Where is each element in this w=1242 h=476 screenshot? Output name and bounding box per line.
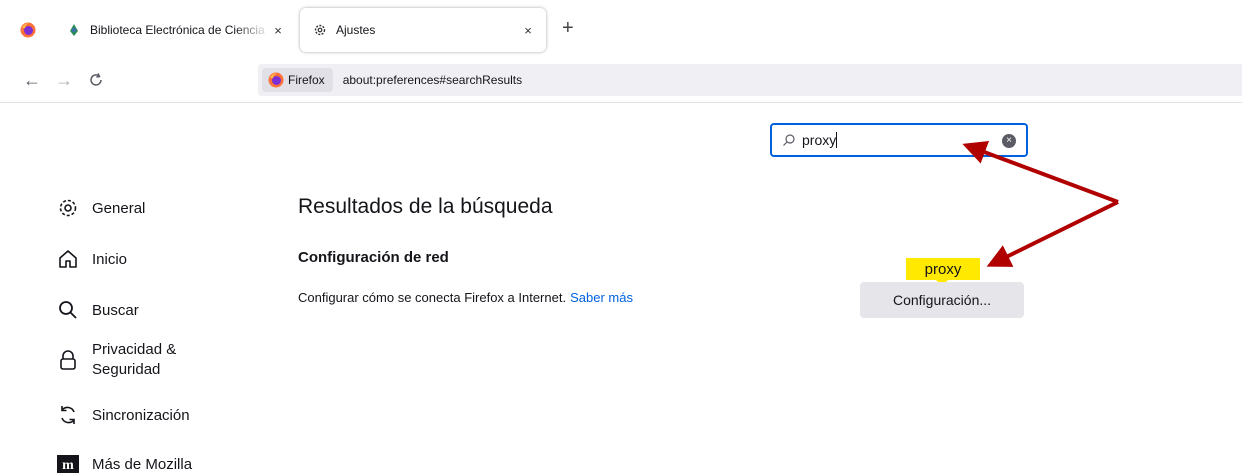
sidebar-item-label: Sincronización: [92, 406, 190, 424]
close-icon[interactable]: ×: [270, 22, 286, 38]
text-caret: [836, 132, 838, 148]
sidebar-item-mozilla[interactable]: m Más de Mozilla: [56, 452, 192, 476]
new-tab-button[interactable]: +: [562, 18, 574, 38]
sidebar-item-label: Buscar: [92, 301, 139, 319]
search-icon: [783, 134, 795, 146]
sidebar-item-label: Más de Mozilla: [92, 455, 193, 473]
network-description: Configurar cómo se conecta Firefox a Int…: [298, 290, 633, 305]
url-bar[interactable]: Firefox about:preferences#searchResults: [258, 64, 1242, 96]
navigation-bar: ← → Firefox about:preferences#searchResu…: [0, 58, 1242, 103]
mozilla-icon: m: [56, 452, 80, 476]
sidebar-item-label: Privacidad & Seguridad: [92, 340, 176, 380]
firefox-logo-icon: [268, 72, 284, 88]
reload-button[interactable]: [84, 68, 108, 92]
firefox-menu-icon[interactable]: [20, 22, 36, 38]
identity-box[interactable]: Firefox: [262, 68, 333, 92]
url-text[interactable]: about:preferences#searchResults: [343, 73, 522, 87]
clear-icon[interactable]: ×: [1002, 134, 1016, 148]
close-icon[interactable]: ×: [520, 22, 536, 38]
sidebar-item-general[interactable]: General: [56, 196, 145, 220]
sidebar-item-inicio[interactable]: Inicio: [56, 247, 127, 271]
tab-label: Ajustes: [336, 23, 376, 37]
sync-icon: [56, 403, 80, 427]
tab-bar: Biblioteca Electrónica de Ciencia × Ajus…: [0, 0, 1242, 58]
sidebar-item-label: General: [92, 199, 146, 217]
back-button[interactable]: ←: [20, 68, 44, 92]
home-icon: [56, 247, 80, 271]
search-icon: [56, 298, 80, 322]
identity-label: Firefox: [288, 73, 325, 87]
globe-icon: [66, 22, 82, 38]
sidebar-item-label: Inicio: [92, 250, 128, 268]
sidebar-item-label-line2: Seguridad: [92, 361, 161, 378]
reload-icon: [90, 73, 102, 86]
sidebar-item-sincronizacion[interactable]: Sincronización: [56, 403, 190, 427]
gear-icon: [312, 22, 328, 38]
annotation-arrow-highlight: [986, 200, 1119, 267]
learn-more-link[interactable]: Saber más: [570, 290, 633, 305]
search-value: proxy: [802, 132, 837, 148]
tab-biblioteca[interactable]: Biblioteca Electrónica de Ciencia ×: [58, 8, 296, 52]
sidebar-item-buscar[interactable]: Buscar: [56, 298, 139, 322]
sidebar-item-privacidad[interactable]: Privacidad & Seguridad: [56, 340, 176, 380]
lock-icon: [56, 348, 80, 372]
forward-button[interactable]: →: [52, 68, 76, 92]
page-title: Resultados de la búsqueda: [298, 195, 553, 218]
network-settings-button[interactable]: Configuración...: [860, 282, 1024, 318]
gear-icon: [56, 196, 80, 220]
search-input[interactable]: proxy ×: [770, 123, 1028, 157]
svg-text:m: m: [62, 458, 74, 473]
section-title: Configuración de red: [298, 249, 449, 266]
description-text: Configurar cómo se conecta Firefox a Int…: [298, 290, 567, 305]
tab-label: Biblioteca Electrónica de Ciencia: [90, 23, 265, 37]
tab-ajustes[interactable]: Ajustes ×: [300, 8, 546, 52]
search-highlight-tooltip: proxy: [906, 258, 980, 286]
sidebar-item-label-line1: Privacidad &: [92, 341, 177, 358]
